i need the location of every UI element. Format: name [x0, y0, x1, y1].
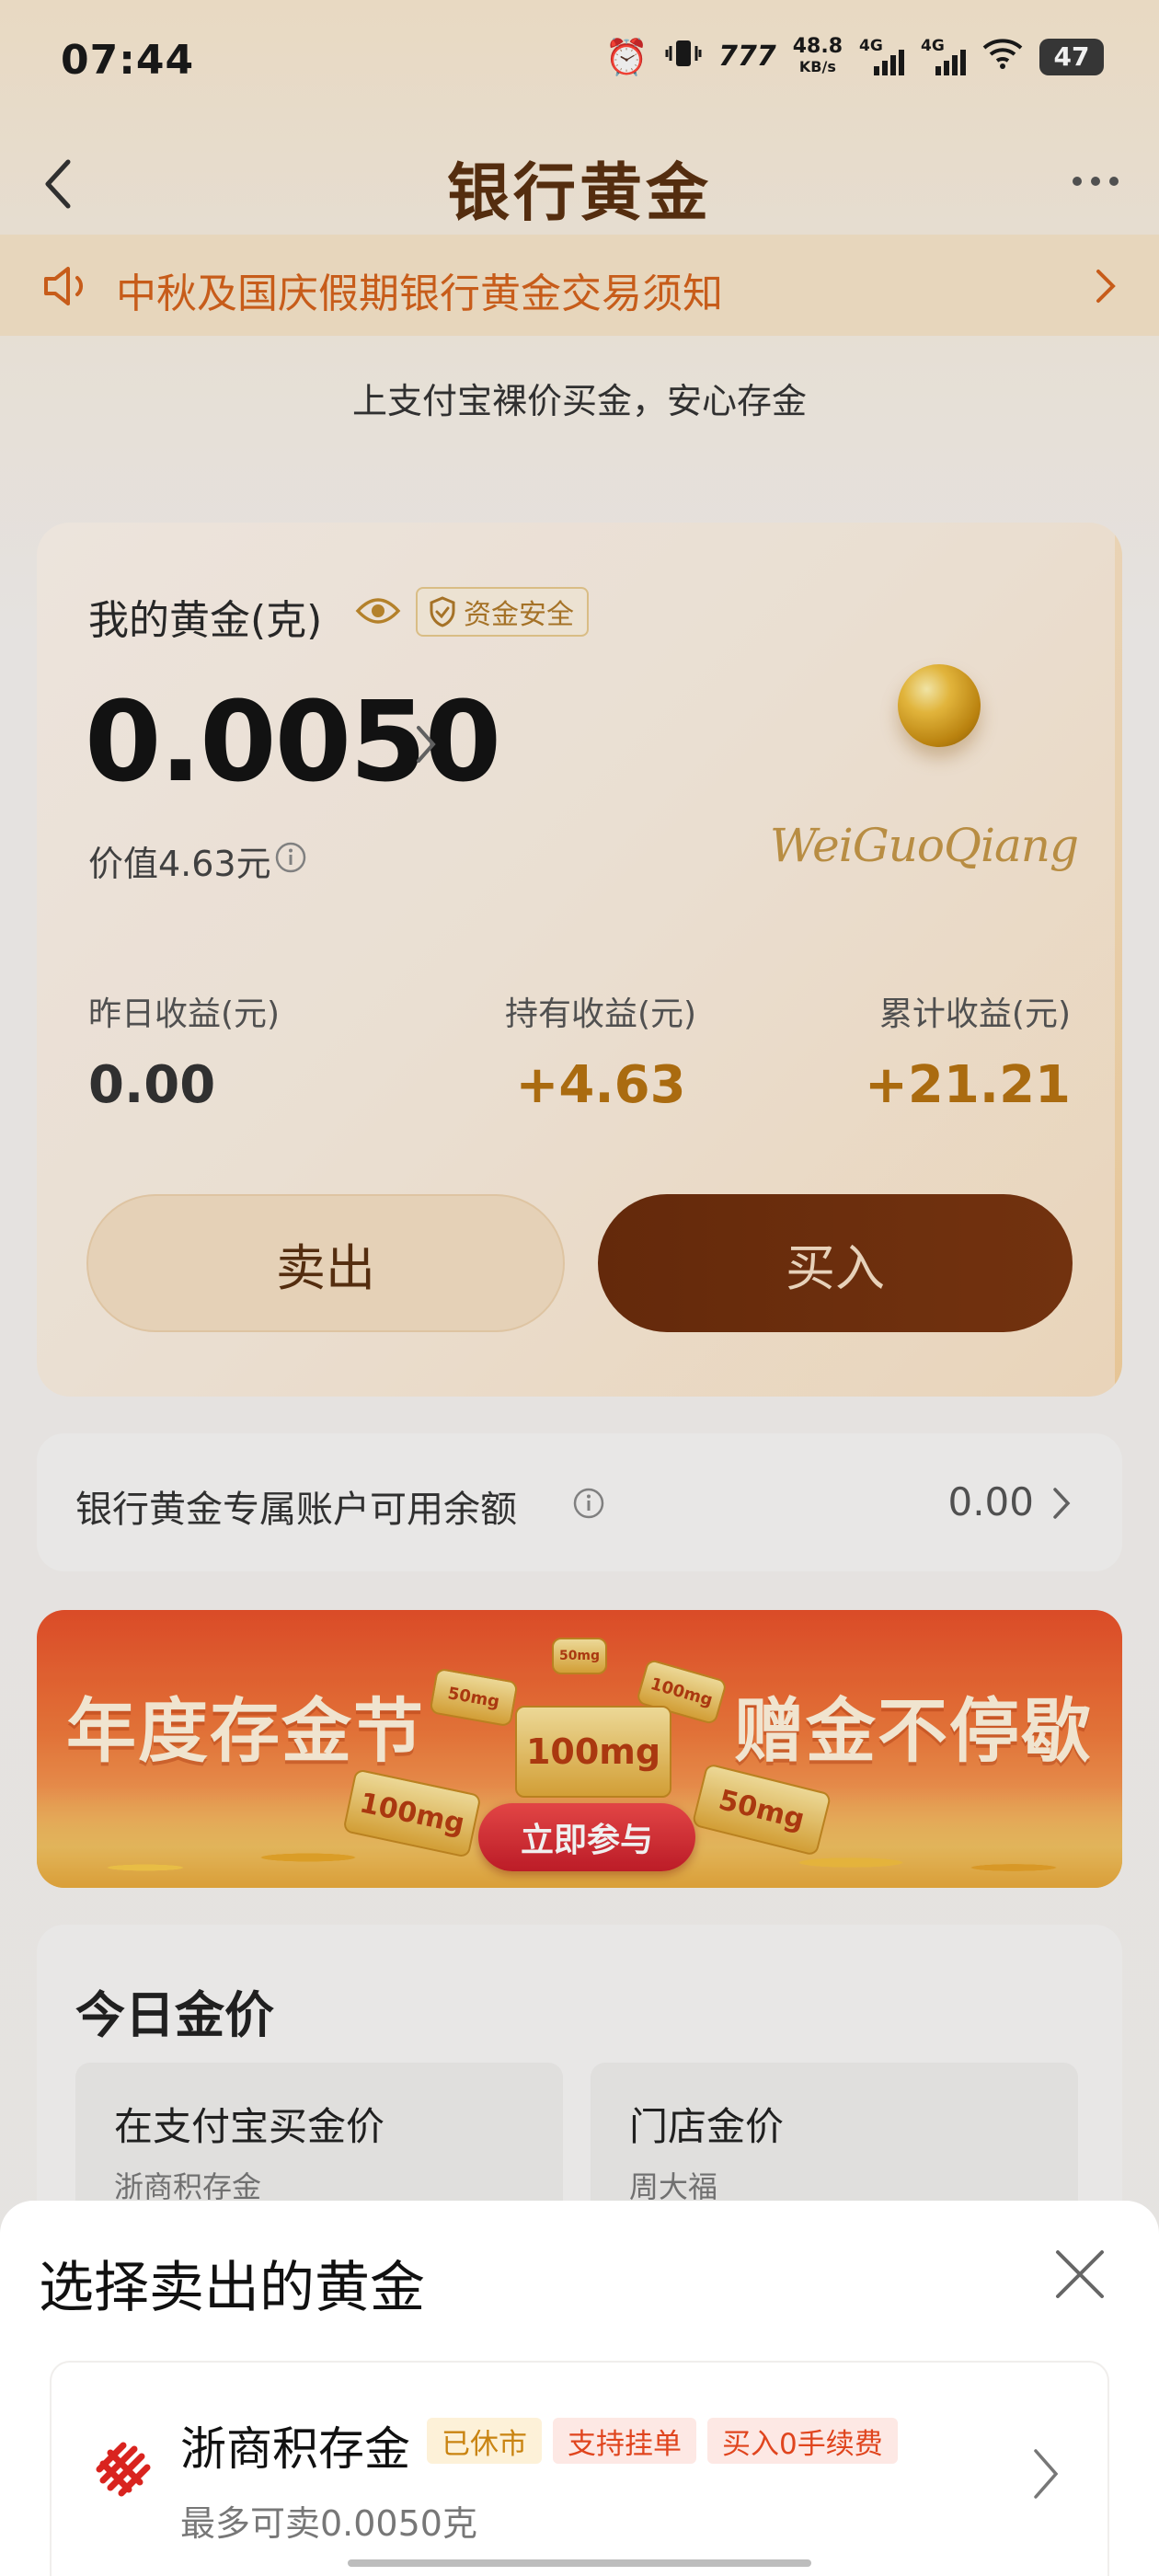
gold-option-item[interactable]: 浙商积存金 已休市 支持挂单 买入0手续费 最多可卖0.0050克	[50, 2361, 1109, 2576]
close-icon[interactable]	[1054, 2248, 1106, 2300]
option-name: 浙商积存金	[180, 2422, 410, 2476]
sheet-title: 选择卖出的黄金	[39, 2256, 425, 2320]
tag-market-closed: 已休市	[427, 2418, 542, 2464]
chevron-right-icon	[1032, 2447, 1060, 2501]
modal-backdrop[interactable]	[0, 0, 1159, 2576]
bank-logo-icon	[90, 2436, 156, 2502]
tag-pending-order: 支持挂单	[553, 2418, 696, 2464]
tag-zero-fee: 买入0手续费	[707, 2418, 898, 2464]
sell-gold-sheet: 选择卖出的黄金 浙商积存金 已休市 支持挂单 买入0手续费 最多可卖0.0050…	[0, 2201, 1159, 2576]
option-tags: 已休市 支持挂单 买入0手续费	[427, 2418, 898, 2464]
max-sell-text: 最多可卖0.0050克	[180, 2503, 477, 2544]
home-indicator[interactable]	[348, 2559, 811, 2567]
page: 07:44 ⏰ 777 48.8 KB/s 4G 4G 47 银行黄金 中秋及国…	[0, 0, 1159, 2576]
